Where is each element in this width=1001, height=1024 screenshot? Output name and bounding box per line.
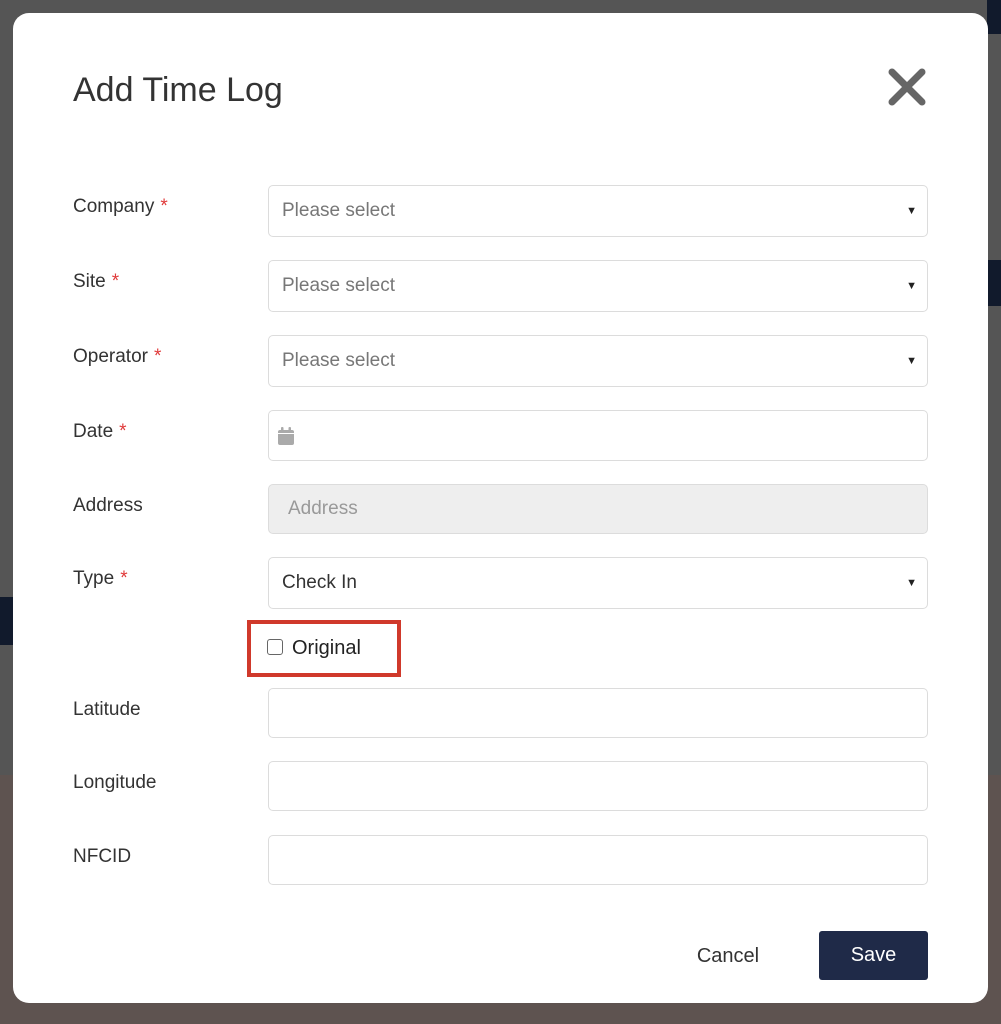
type-select[interactable]: Check In ▼ xyxy=(268,557,928,609)
longitude-label: Longitude xyxy=(73,772,157,793)
operator-label: Operator * xyxy=(73,346,162,367)
caret-down-icon: ▼ xyxy=(906,205,917,217)
type-label: Type * xyxy=(73,568,128,589)
caret-down-icon: ▼ xyxy=(906,577,917,589)
latitude-input[interactable] xyxy=(268,688,928,738)
dialog-title: Add Time Log xyxy=(73,71,283,109)
longitude-input[interactable] xyxy=(268,761,928,811)
calendar-icon xyxy=(278,426,294,445)
address-label: Address xyxy=(73,495,143,516)
site-select[interactable]: Please select ▼ xyxy=(268,260,928,312)
original-label[interactable]: Original xyxy=(292,637,361,660)
date-input[interactable] xyxy=(268,410,928,461)
original-checkbox-highlight: Original xyxy=(247,620,401,677)
address-input: Address xyxy=(268,484,928,534)
cancel-button[interactable]: Cancel xyxy=(678,931,778,981)
close-button[interactable] xyxy=(885,65,929,109)
background-button xyxy=(0,597,14,645)
caret-down-icon: ▼ xyxy=(906,280,917,292)
operator-select[interactable]: Please select ▼ xyxy=(268,335,928,387)
close-icon xyxy=(888,68,926,106)
site-label: Site * xyxy=(73,271,120,292)
caret-down-icon: ▼ xyxy=(906,355,917,367)
nfcid-input[interactable] xyxy=(268,835,928,885)
date-label: Date * xyxy=(73,421,127,442)
company-label: Company * xyxy=(73,196,168,217)
background-button xyxy=(987,260,1001,306)
original-checkbox[interactable] xyxy=(267,638,283,655)
add-time-log-dialog: Add Time Log Company * Please select ▼ Sit… xyxy=(13,13,988,1003)
background-button xyxy=(987,0,1001,34)
nfcid-label: NFCID xyxy=(73,846,132,867)
latitude-label: Latitude xyxy=(73,699,141,720)
save-button[interactable]: Save xyxy=(819,931,928,980)
company-select[interactable]: Please select ▼ xyxy=(268,185,928,237)
